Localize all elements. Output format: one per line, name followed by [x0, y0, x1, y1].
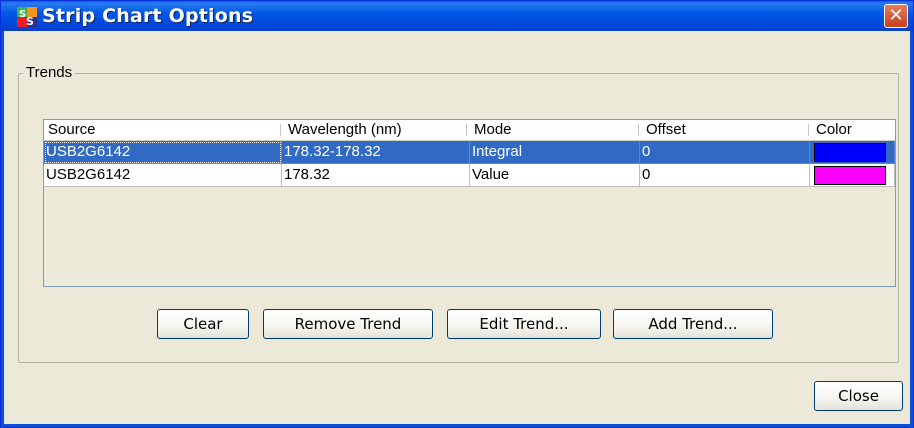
svg-text:S: S [26, 15, 34, 27]
window-frame-bottom [1, 424, 913, 427]
window-title: Strip Chart Options [42, 5, 254, 27]
window-frame-right [910, 31, 913, 428]
trends-table[interactable]: Source Wavelength (nm) Mode Offset Color… [43, 119, 896, 287]
table-header: Source Wavelength (nm) Mode Offset Color [44, 120, 895, 141]
table-row[interactable]: USB2G6142 178.32 Value 0 [44, 164, 895, 187]
cell-source[interactable]: USB2G6142 [44, 141, 282, 164]
cell-wavelength[interactable]: 178.32-178.32 [282, 141, 470, 164]
cell-mode[interactable]: Integral [470, 141, 640, 164]
column-header-offset[interactable]: Offset [642, 120, 808, 140]
cell-color[interactable] [810, 141, 895, 164]
window-frame-left [1, 31, 4, 428]
add-trend-button[interactable]: Add Trend... [613, 309, 773, 339]
app-logo-icon: S S [17, 7, 37, 27]
remove-trend-button[interactable]: Remove Trend [263, 309, 433, 339]
strip-chart-options-dialog: S S Strip Chart Options ✕ Trends Source … [0, 0, 914, 428]
trends-group-label: Trends [23, 64, 76, 81]
column-divider[interactable] [280, 124, 281, 136]
color-swatch[interactable] [814, 166, 886, 185]
clear-button[interactable]: Clear [157, 309, 249, 339]
title-bar[interactable]: S S Strip Chart Options ✕ [1, 1, 913, 31]
column-divider[interactable] [466, 124, 467, 136]
close-button[interactable]: Close [814, 381, 903, 411]
column-header-color[interactable]: Color [812, 120, 895, 140]
edit-trend-button[interactable]: Edit Trend... [447, 309, 601, 339]
column-divider[interactable] [808, 124, 809, 136]
column-header-wavelength[interactable]: Wavelength (nm) [284, 120, 466, 140]
table-row[interactable]: USB2G6142 178.32-178.32 Integral 0 [44, 141, 895, 164]
color-swatch[interactable] [814, 143, 886, 162]
close-icon[interactable]: ✕ [884, 4, 908, 28]
cell-offset[interactable]: 0 [640, 164, 810, 187]
column-header-source[interactable]: Source [44, 120, 280, 140]
cell-wavelength[interactable]: 178.32 [282, 164, 470, 187]
cell-offset[interactable]: 0 [640, 141, 810, 164]
cell-source[interactable]: USB2G6142 [44, 164, 282, 187]
column-divider[interactable] [638, 124, 639, 136]
cell-mode[interactable]: Value [470, 164, 640, 187]
column-header-mode[interactable]: Mode [470, 120, 638, 140]
cell-color[interactable] [810, 164, 895, 187]
